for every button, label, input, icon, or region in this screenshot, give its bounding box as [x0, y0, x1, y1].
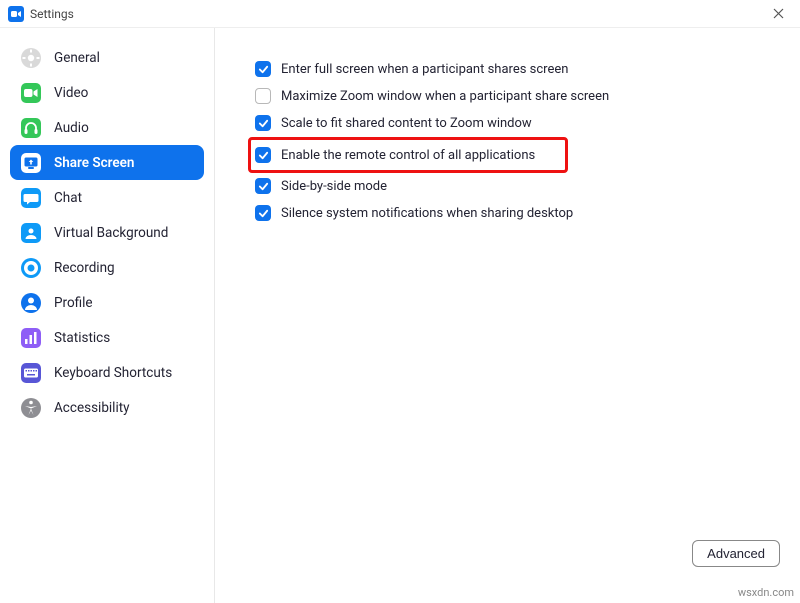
sidebar-item-label: Chat	[54, 190, 82, 206]
sidebar-item-label: Profile	[54, 295, 93, 311]
sidebar-item-label: General	[54, 50, 100, 66]
recording-icon	[20, 257, 42, 279]
keyboard-icon	[20, 362, 42, 384]
sidebar-item-label: Video	[54, 85, 88, 101]
sidebar-item-label: Accessibility	[54, 400, 130, 416]
advanced-button[interactable]: Advanced	[692, 540, 780, 567]
checkbox-checked-icon[interactable]	[255, 61, 271, 77]
app-icon	[8, 6, 24, 22]
option-maximize-window[interactable]: Maximize Zoom window when a participant …	[255, 83, 778, 109]
option-label: Enter full screen when a participant sha…	[281, 62, 568, 77]
sidebar-item-statistics[interactable]: Statistics	[10, 320, 204, 355]
sidebar-item-share-screen[interactable]: Share Screen	[10, 145, 204, 180]
option-label: Enable the remote control of all applica…	[281, 148, 535, 163]
highlight-box: Enable the remote control of all applica…	[248, 137, 568, 173]
sidebar: General Video Audio Share Screen Chat	[0, 28, 215, 603]
sidebar-item-video[interactable]: Video	[10, 75, 204, 110]
sidebar-item-label: Statistics	[54, 330, 110, 346]
option-label: Side-by-side mode	[281, 179, 387, 194]
close-button[interactable]	[764, 0, 792, 28]
option-silence-notifications[interactable]: Silence system notifications when sharin…	[255, 200, 778, 226]
content-panel: Enter full screen when a participant sha…	[215, 28, 800, 603]
option-label: Scale to fit shared content to Zoom wind…	[281, 116, 532, 131]
option-side-by-side[interactable]: Side-by-side mode	[255, 173, 778, 199]
option-enter-full-screen[interactable]: Enter full screen when a participant sha…	[255, 56, 778, 82]
sidebar-item-general[interactable]: General	[10, 40, 204, 75]
sidebar-item-label: Share Screen	[54, 155, 134, 171]
sidebar-item-audio[interactable]: Audio	[10, 110, 204, 145]
statistics-icon	[20, 327, 42, 349]
option-scale-to-fit[interactable]: Scale to fit shared content to Zoom wind…	[255, 110, 778, 136]
sidebar-item-virtual-background[interactable]: Virtual Background	[10, 215, 204, 250]
sidebar-item-recording[interactable]: Recording	[10, 250, 204, 285]
virtual-background-icon	[20, 222, 42, 244]
option-label: Silence system notifications when sharin…	[281, 206, 573, 221]
window-title: Settings	[30, 7, 764, 21]
accessibility-icon	[20, 397, 42, 419]
sidebar-item-label: Virtual Background	[54, 225, 168, 241]
option-label: Maximize Zoom window when a participant …	[281, 89, 609, 104]
gear-icon	[20, 47, 42, 69]
sidebar-item-label: Keyboard Shortcuts	[54, 365, 172, 381]
sidebar-item-label: Recording	[54, 260, 115, 276]
sidebar-item-chat[interactable]: Chat	[10, 180, 204, 215]
checkbox-unchecked-icon[interactable]	[255, 88, 271, 104]
share-screen-icon	[20, 152, 42, 174]
sidebar-item-profile[interactable]: Profile	[10, 285, 204, 320]
sidebar-item-keyboard-shortcuts[interactable]: Keyboard Shortcuts	[10, 355, 204, 390]
watermark: wsxdn.com	[738, 586, 794, 599]
headphones-icon	[20, 117, 42, 139]
profile-icon	[20, 292, 42, 314]
video-icon	[20, 82, 42, 104]
titlebar: Settings	[0, 0, 800, 28]
sidebar-item-label: Audio	[54, 120, 89, 136]
option-enable-remote-control[interactable]: Enable the remote control of all applica…	[255, 142, 535, 168]
chat-icon	[20, 187, 42, 209]
checkbox-checked-icon[interactable]	[255, 115, 271, 131]
checkbox-checked-icon[interactable]	[255, 178, 271, 194]
sidebar-item-accessibility[interactable]: Accessibility	[10, 390, 204, 425]
checkbox-checked-icon[interactable]	[255, 205, 271, 221]
checkbox-checked-icon[interactable]	[255, 147, 271, 163]
